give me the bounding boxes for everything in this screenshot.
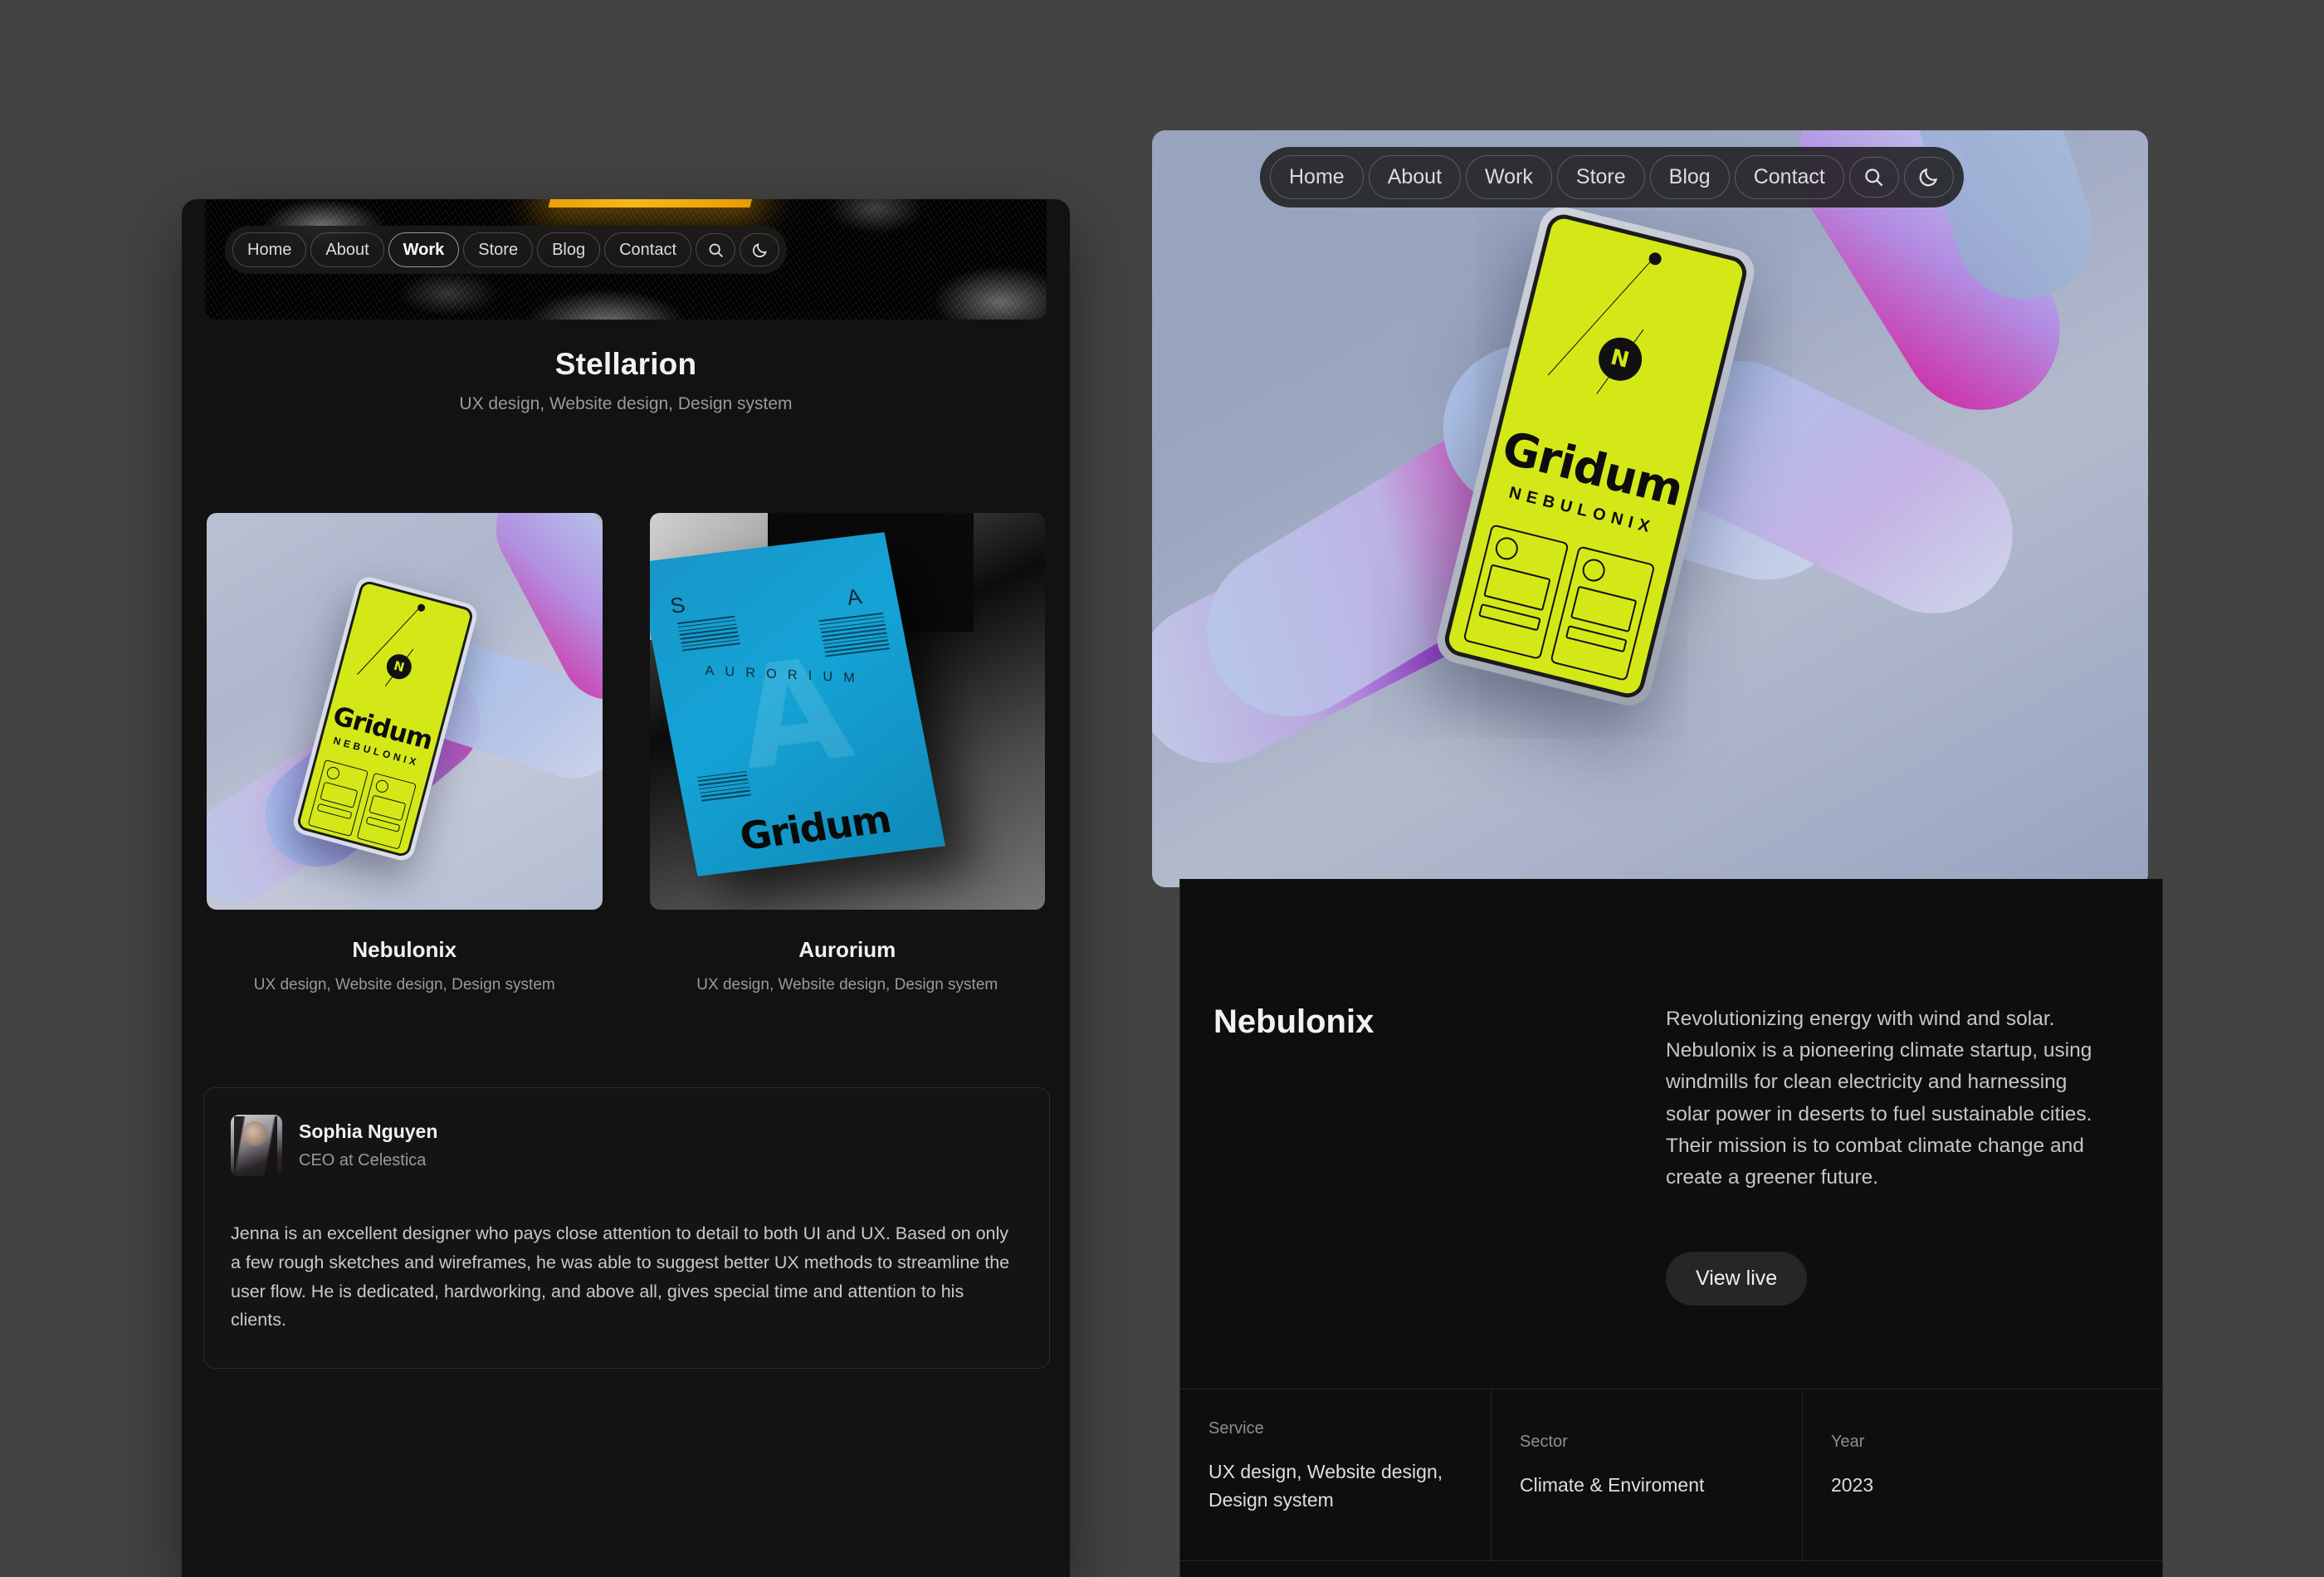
- poster-text-block: [696, 770, 751, 803]
- testimonial-role: CEO at Celestica: [299, 1151, 427, 1169]
- phone-ui-card: [1462, 524, 1570, 660]
- nav-item-store[interactable]: Store: [1556, 155, 1645, 199]
- phone-ui-avatar: [1493, 535, 1521, 563]
- left-navbar-wrapper: Home About Work Store Blog Contact: [225, 226, 788, 274]
- nav-item-work[interactable]: Work: [1466, 155, 1552, 199]
- screenshot-stage: Home About Work Store Blog Contact Stell…: [0, 0, 2324, 1577]
- testimonial-quote: Jenna is an excellent designer who pays …: [231, 1223, 1010, 1330]
- left-preview-panel: Home About Work Store Blog Contact Stell…: [182, 199, 1070, 1577]
- testimonial-card: Sophia Nguyen CEO at Celestica Jenna is …: [203, 1087, 1050, 1370]
- moon-icon[interactable]: [740, 233, 780, 266]
- phone-ui-card: [1549, 545, 1656, 681]
- nav-item-about[interactable]: About: [310, 232, 384, 267]
- meta-cell-service: Service UX design, Website design, Desig…: [1180, 1389, 1492, 1560]
- poster-letter-a: A: [844, 583, 864, 610]
- right-navbar-wrapper: Home About Work Store Blog Contact: [1260, 147, 1964, 208]
- phone-camera-dot: [416, 603, 426, 613]
- nav-item-home[interactable]: Home: [1270, 155, 1364, 199]
- yellow-accent-streak: [548, 199, 754, 208]
- phone-ui-card: [356, 772, 417, 850]
- nav-item-home[interactable]: Home: [232, 232, 307, 267]
- meta-cell-year: Year 2023: [1803, 1389, 2162, 1560]
- phone-ui-cards: [1462, 524, 1656, 681]
- phone-ui-avatar: [374, 779, 390, 794]
- meta-value: 2023: [1831, 1474, 1874, 1496]
- project-card-aurorium[interactable]: A S A AURORIUM Gridum Aurorium UX design…: [649, 513, 1045, 994]
- meta-label: Year: [1831, 1433, 1865, 1452]
- phone-camera-dot: [1648, 251, 1663, 266]
- project-thumbnail-nebulonix[interactable]: N Gridum NEBULONIX: [207, 513, 603, 910]
- project-name: Aurorium: [798, 937, 896, 962]
- meta-table-footer-divider: [1180, 1560, 2162, 1577]
- meta-cell-sector: Sector Climate & Enviroment: [1492, 1389, 1803, 1560]
- poster-watermark-letter: A: [722, 627, 863, 802]
- right-hero-image: N Gridum NEBULONIX Home About Work Store…: [1152, 130, 2148, 887]
- page-title: Stellarion: [554, 347, 697, 381]
- project-name: Nebulonix: [352, 937, 457, 962]
- project-tags: UX design, Website design, Design system: [253, 976, 555, 994]
- project-tags: UX design, Website design, Design system: [696, 976, 998, 994]
- search-icon[interactable]: [696, 233, 736, 266]
- phone-screen: N Gridum NEBULONIX: [1441, 211, 1750, 701]
- phone-ui-block: [1570, 585, 1638, 633]
- phone-ui-avatar: [1579, 556, 1608, 584]
- right-detail-panel: N Gridum NEBULONIX Home About Work Store…: [1152, 130, 2163, 1577]
- meta-value: Climate & Enviroment: [1520, 1474, 1705, 1496]
- aurorium-mockup-scene: A S A AURORIUM Gridum: [649, 513, 1045, 910]
- testimonial-header: Sophia Nguyen CEO at Celestica: [231, 1115, 1023, 1176]
- moon-icon[interactable]: [1903, 157, 1954, 198]
- nav-item-about[interactable]: About: [1368, 155, 1462, 199]
- search-icon[interactable]: [1848, 157, 1899, 198]
- view-live-button[interactable]: View live: [1666, 1252, 1808, 1306]
- project-card-nebulonix[interactable]: N Gridum NEBULONIX Nebulonix UX design, …: [207, 513, 603, 994]
- nav-item-blog[interactable]: Blog: [1649, 155, 1730, 199]
- right-navbar: Home About Work Store Blog Contact: [1260, 147, 1964, 208]
- project-thumbnail-aurorium[interactable]: A S A AURORIUM Gridum: [649, 513, 1045, 910]
- phone-ui-block: [368, 794, 407, 822]
- phone-ui-cards: [307, 759, 417, 850]
- nav-item-contact[interactable]: Contact: [604, 232, 692, 267]
- project-meta-table: Service UX design, Website design, Desig…: [1180, 1389, 2162, 1560]
- project-detail-title: Nebulonix: [1213, 1003, 1374, 1040]
- left-navbar: Home About Work Store Blog Contact: [225, 226, 788, 274]
- phone-ui-block: [1483, 564, 1551, 612]
- avatar: [231, 1115, 282, 1176]
- nav-item-blog[interactable]: Blog: [537, 232, 601, 267]
- brand-logo-mark: N: [1594, 333, 1647, 386]
- nebulonix-mockup-scene: N Gridum NEBULONIX: [207, 513, 603, 910]
- project-description: Revolutionizing energy with wind and sol…: [1666, 1008, 2092, 1189]
- brand-logo-mark: N: [383, 651, 415, 682]
- phone-ui-avatar: [325, 765, 341, 781]
- phone-screen: N Gridum NEBULONIX: [295, 579, 475, 858]
- testimonial-author: Sophia Nguyen: [299, 1120, 438, 1142]
- testimonial-identity: Sophia Nguyen CEO at Celestica: [299, 1120, 437, 1170]
- poster-letter-s: S: [667, 592, 687, 618]
- right-detail-content: Nebulonix Revolutionizing energy with wi…: [1179, 879, 2163, 1577]
- phone-ui-block: [320, 781, 359, 808]
- nav-item-work[interactable]: Work: [388, 232, 460, 267]
- meta-value: UX design, Website design, Design system: [1208, 1461, 1443, 1511]
- meta-label: Service: [1208, 1419, 1264, 1438]
- project-summary-row: Nebulonix Revolutionizing energy with wi…: [1180, 879, 2162, 1194]
- project-grid: N Gridum NEBULONIX Nebulonix UX design, …: [207, 513, 1045, 994]
- nav-item-store[interactable]: Store: [463, 232, 534, 267]
- meta-label: Sector: [1520, 1433, 1568, 1452]
- poster-text-block: [818, 612, 891, 659]
- page-subtitle: UX design, Website design, Design system: [459, 394, 793, 413]
- nav-item-contact[interactable]: Contact: [1734, 155, 1844, 199]
- poster-brand: Gridum: [735, 796, 894, 859]
